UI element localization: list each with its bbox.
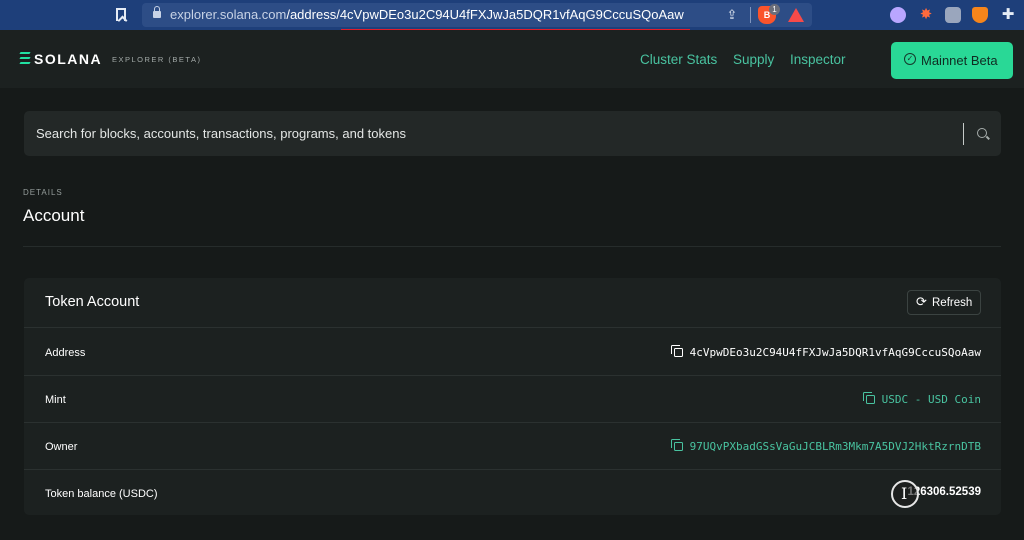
share-icon[interactable]: ⇪ <box>726 8 738 22</box>
row-balance: Token balance (USDC) 126306.52539 <box>24 470 1001 517</box>
extension-ghost-icon[interactable] <box>890 7 906 23</box>
text-cursor-icon: I <box>891 480 919 508</box>
extension-translate-icon[interactable] <box>945 7 961 23</box>
metamask-fox-icon[interactable] <box>972 7 988 23</box>
card-title: Token Account <box>45 294 140 310</box>
cluster-button-label: Mainnet Beta <box>921 53 998 68</box>
url-host: explorer.solana.com <box>170 7 287 22</box>
mint-text: USDC - USD Coin <box>881 393 981 406</box>
row-owner: Owner 97UQvPXbadGSsVaGuJCBLRm3Mkm7A5DVJ2… <box>24 423 1001 470</box>
refresh-label: Refresh <box>932 297 973 309</box>
logo-subtitle: EXPLORER (BETA) <box>112 55 202 64</box>
copy-icon[interactable] <box>670 439 683 451</box>
lock-icon[interactable] <box>153 6 161 18</box>
refresh-icon: ⟳ <box>916 294 927 309</box>
title-divider <box>23 246 1001 247</box>
owner-text: 97UQvPXbadGSsVaGuJCBLRm3Mkm7A5DVJ2HktRzr… <box>689 440 981 453</box>
nav-inspector[interactable]: Inspector <box>790 52 846 67</box>
url-path: /address/4cVpwDEo3u2C94U4fFXJwJa5DQR1vfA… <box>286 7 684 22</box>
search-icon[interactable] <box>977 128 987 138</box>
page-title: Account <box>23 206 85 225</box>
puzzle-icon[interactable]: ✚ <box>1000 7 1016 23</box>
browser-toolbar: explorer.solana.com/address/4cVpwDEo3u2C… <box>0 0 1024 30</box>
logo-text[interactable]: SOLANA <box>34 51 102 67</box>
row-address: Address 4cVpwDEo3u2C94U4fFXJwJa5DQR1vfAq… <box>24 329 1001 376</box>
copy-icon[interactable] <box>862 392 875 404</box>
owner-link[interactable]: 97UQvPXbadGSsVaGuJCBLRm3Mkm7A5DVJ2HktRzr… <box>670 439 981 453</box>
cluster-button[interactable]: ✓ Mainnet Beta <box>891 42 1013 79</box>
search-separator <box>963 123 964 145</box>
brave-shield-badge: 1 <box>769 4 780 15</box>
toolbar-divider <box>750 7 751 23</box>
row-label-address: Address <box>45 347 86 359</box>
copy-icon[interactable] <box>670 345 683 357</box>
row-mint: Mint USDC - USD Coin <box>24 376 1001 423</box>
address-text: 4cVpwDEo3u2C94U4fFXJwJa5DQR1vfAqG9CccuSQ… <box>689 346 981 359</box>
nav-supply[interactable]: Supply <box>733 52 774 67</box>
search-placeholder: Search for blocks, accounts, transaction… <box>36 126 406 141</box>
url-text[interactable]: explorer.solana.com/address/4cVpwDEo3u2C… <box>170 7 684 22</box>
row-label-owner: Owner <box>45 441 78 453</box>
brave-rewards-icon[interactable] <box>788 8 804 22</box>
row-label-mint: Mint <box>45 394 66 406</box>
search-input[interactable]: Search for blocks, accounts, transaction… <box>24 111 1001 156</box>
refresh-button[interactable]: ⟳ Refresh <box>907 290 981 315</box>
row-label-balance: Token balance (USDC) <box>45 488 158 500</box>
bookmark-icon[interactable] <box>116 8 126 21</box>
solana-logo-icon[interactable] <box>19 52 31 64</box>
token-account-card: Token Account ⟳ Refresh Address 4cVpwDEo… <box>24 278 1001 515</box>
address-value[interactable]: 4cVpwDEo3u2C94U4fFXJwJa5DQR1vfAqG9CccuSQ… <box>670 345 981 359</box>
check-circle-icon: ✓ <box>904 53 916 65</box>
mint-link[interactable]: USDC - USD Coin <box>862 392 981 406</box>
nav-cluster-stats[interactable]: Cluster Stats <box>640 52 717 67</box>
card-header: Token Account ⟳ Refresh <box>24 278 1001 328</box>
extension-sparkle-icon[interactable]: ✸ <box>918 7 934 23</box>
page-eyebrow: DETAILS <box>23 188 63 197</box>
